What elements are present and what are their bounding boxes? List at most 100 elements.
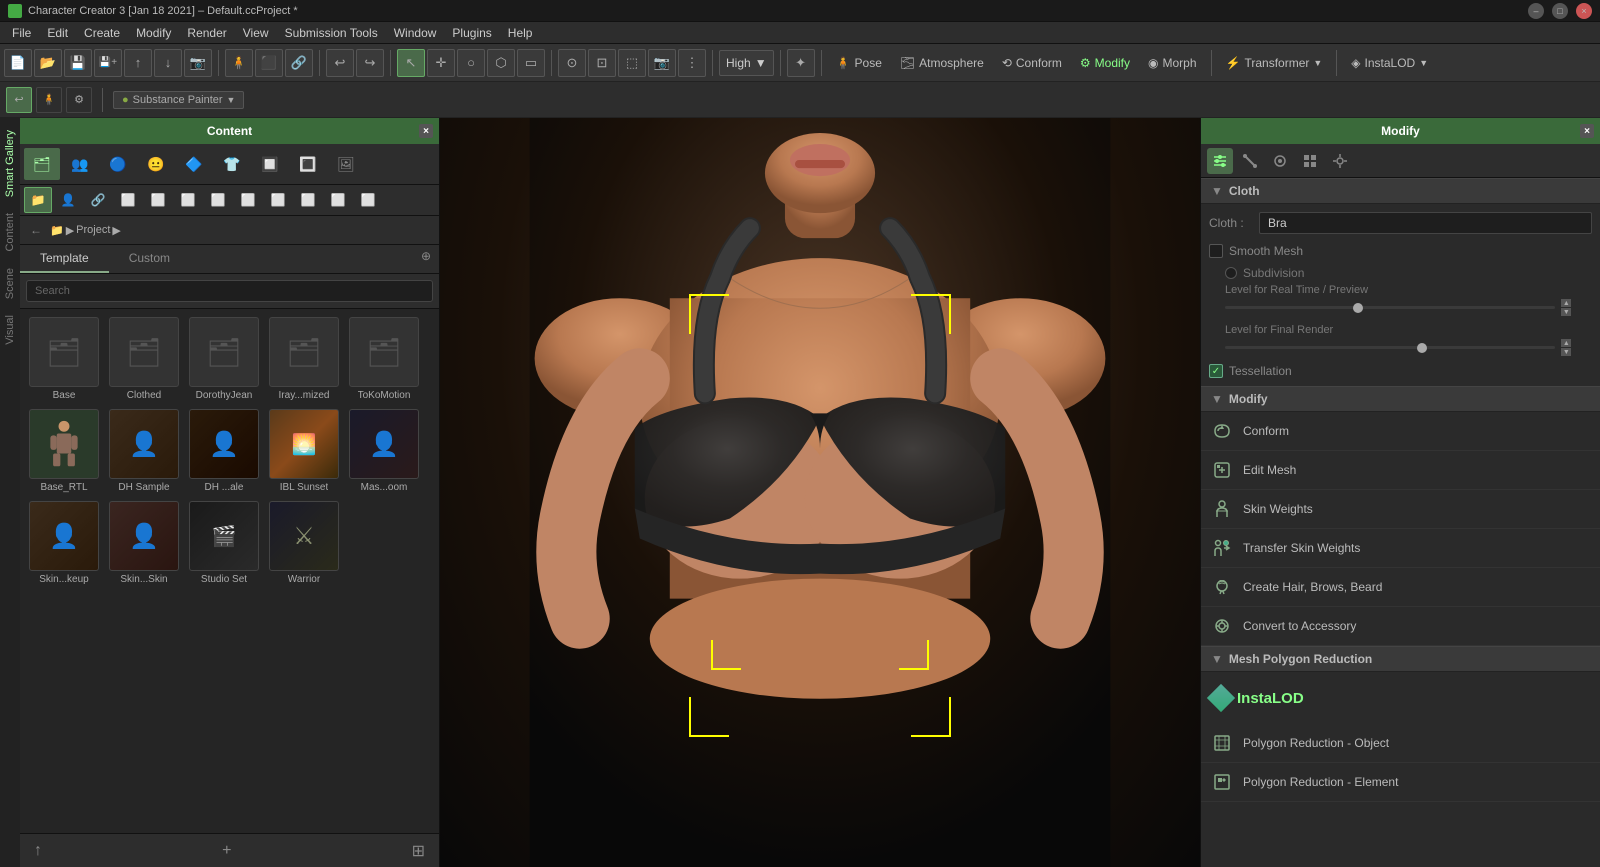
list-item[interactable]: 🗂 DorothyJean <box>188 317 260 401</box>
conform-toolbar-button[interactable]: ⟲ Conform <box>994 53 1070 73</box>
nav-back-button[interactable]: ← <box>26 220 46 240</box>
content-icon-cloth[interactable]: 👕 <box>214 148 250 180</box>
content-icon-motion[interactable]: 🔳 <box>290 148 326 180</box>
menu-plugins[interactable]: Plugins <box>444 24 499 42</box>
menu-edit[interactable]: Edit <box>39 24 76 42</box>
subdivision-radio[interactable] <box>1225 267 1237 279</box>
rotate-tool-button[interactable]: ○ <box>457 49 485 77</box>
open-button[interactable]: 📂 <box>34 49 62 77</box>
modify-tab-texture[interactable] <box>1297 148 1323 174</box>
redo-button[interactable]: ↪ <box>356 49 384 77</box>
menu-window[interactable]: Window <box>386 24 445 42</box>
substance-painter-button[interactable]: ● Substance Painter ▼ <box>113 91 244 109</box>
settings-sub-button[interactable]: ⚙ <box>66 87 92 113</box>
mesh-polygon-section-header[interactable]: ▼ Mesh Polygon Reduction <box>1201 646 1600 672</box>
pose-button[interactable]: 🧍 Pose <box>828 53 890 73</box>
menu-modify[interactable]: Modify <box>128 24 179 42</box>
menu-submission-tools[interactable]: Submission Tools <box>277 24 386 42</box>
scene-tab[interactable]: Scene <box>0 260 20 307</box>
list-item[interactable]: 🎬 Studio Set <box>188 501 260 585</box>
content-view-7[interactable]: ⬜ <box>264 187 292 213</box>
content-icon-folder[interactable]: 🗂 <box>24 148 60 180</box>
viewport[interactable] <box>440 118 1200 867</box>
content-view-people[interactable]: 👤 <box>54 187 82 213</box>
fit-button[interactable]: ⊡ <box>588 49 616 77</box>
star-button[interactable]: ✦ <box>787 49 815 77</box>
list-item[interactable]: 🗂 Iray...mized <box>268 317 340 401</box>
list-item[interactable]: 👤 Mas...oom <box>348 409 420 493</box>
list-item[interactable]: 👤 Skin...Skin <box>108 501 180 585</box>
content-view-2[interactable]: ⬜ <box>114 187 142 213</box>
modify-section-header[interactable]: ▼ Modify <box>1201 386 1600 412</box>
list-item[interactable]: ⚔ Warrior <box>268 501 340 585</box>
content-view-link[interactable]: 🔗 <box>84 187 112 213</box>
content-icon-body[interactable]: 🔷 <box>176 148 212 180</box>
smooth-mesh-checkbox[interactable] <box>1209 244 1223 258</box>
skin-weights-button[interactable]: Skin Weights <box>1201 490 1600 529</box>
modify-tab-settings[interactable] <box>1327 148 1353 174</box>
import-button[interactable]: ↓ <box>154 49 182 77</box>
modify-toolbar-button[interactable]: ⚙ Modify <box>1072 53 1138 73</box>
template-tab[interactable]: Template <box>20 245 109 273</box>
maximize-button[interactable]: □ <box>1552 3 1568 19</box>
list-item[interactable]: 🗂 Base <box>28 317 100 401</box>
list-item[interactable]: 👤 DH Sample <box>108 409 180 493</box>
save-button[interactable]: 💾 <box>64 49 92 77</box>
content-icon-hair[interactable]: 🔵 <box>100 148 136 180</box>
finalrender-spin-up[interactable]: ▲ <box>1561 339 1571 347</box>
add-content-button[interactable]: + <box>216 840 237 862</box>
export-button[interactable]: ↑ <box>124 49 152 77</box>
save-as-button[interactable]: 💾+ <box>94 49 122 77</box>
close-button[interactable]: × <box>1576 3 1592 19</box>
modify-tab-sliders[interactable] <box>1207 148 1233 174</box>
content-icon-face[interactable]: 😐 <box>138 148 174 180</box>
minimize-button[interactable]: – <box>1528 3 1544 19</box>
move-tool-button[interactable]: ✛ <box>427 49 455 77</box>
modify-tab-bones[interactable] <box>1237 148 1263 174</box>
content-view-5[interactable]: ⬜ <box>204 187 232 213</box>
realtime-spin-up[interactable]: ▲ <box>1561 299 1571 307</box>
undo-button[interactable]: ↩ <box>326 49 354 77</box>
content-close-button[interactable]: × <box>419 124 433 138</box>
atmosphere-button[interactable]: 🌫 Atmosphere <box>892 53 992 73</box>
transfer-skin-weights-button[interactable]: Transfer Skin Weights <box>1201 529 1600 568</box>
content-icon-prop[interactable]: 🔲 <box>252 148 288 180</box>
content-icon-characters[interactable]: 👥 <box>62 148 98 180</box>
realtime-slider[interactable] <box>1225 306 1555 309</box>
edit-mesh-button[interactable]: Edit Mesh <box>1201 451 1600 490</box>
visual-tab[interactable]: Visual <box>0 307 20 353</box>
screenshot-button[interactable]: 📷 <box>184 49 212 77</box>
convert-to-accessory-button[interactable]: Convert to Accessory <box>1201 607 1600 646</box>
list-item[interactable]: 👤 Skin...keup <box>28 501 100 585</box>
polygon-reduction-element-button[interactable]: Polygon Reduction - Element <box>1201 763 1600 802</box>
select-tool-button[interactable]: ↖ <box>397 49 425 77</box>
modify-close-button[interactable]: × <box>1580 124 1594 138</box>
new-file-button[interactable]: 📄 <box>4 49 32 77</box>
content-view-folder[interactable]: 📁 <box>24 187 52 213</box>
list-item[interactable]: 🌅 IBL Sunset <box>268 409 340 493</box>
menu-view[interactable]: View <box>235 24 277 42</box>
content-view-8[interactable]: ⬜ <box>294 187 322 213</box>
content-tab[interactable]: Content <box>0 205 20 260</box>
center-button[interactable]: ⊙ <box>558 49 586 77</box>
menu-create[interactable]: Create <box>76 24 128 42</box>
finalrender-slider[interactable] <box>1225 346 1555 349</box>
grid-button[interactable]: ⋮ <box>678 49 706 77</box>
list-item[interactable]: 👤 DH ...ale <box>188 409 260 493</box>
polygon-reduction-object-button[interactable]: Polygon Reduction - Object <box>1201 724 1600 763</box>
menu-file[interactable]: File <box>4 24 39 42</box>
add-row-button[interactable]: ⊞ <box>406 839 431 863</box>
scale-tool-button[interactable]: ⬡ <box>487 49 515 77</box>
modify-tab-morph[interactable] <box>1267 148 1293 174</box>
content-view-9[interactable]: ⬜ <box>324 187 352 213</box>
history-back-button[interactable]: ↩ <box>6 87 32 113</box>
attach-button[interactable]: 🔗 <box>285 49 313 77</box>
morph-toolbar-button[interactable]: ◉ Morph <box>1140 53 1205 73</box>
conform-button[interactable]: Conform <box>1201 412 1600 451</box>
add-prop-button[interactable]: ⬛ <box>255 49 283 77</box>
list-item[interactable]: 🗂 ToKoMotion <box>348 317 420 401</box>
nav-project-label[interactable]: Project <box>76 224 110 236</box>
camera-button[interactable]: 📷 <box>648 49 676 77</box>
finalrender-spin-down[interactable]: ▼ <box>1561 348 1571 356</box>
quality-dropdown[interactable]: High ▼ <box>719 50 774 76</box>
